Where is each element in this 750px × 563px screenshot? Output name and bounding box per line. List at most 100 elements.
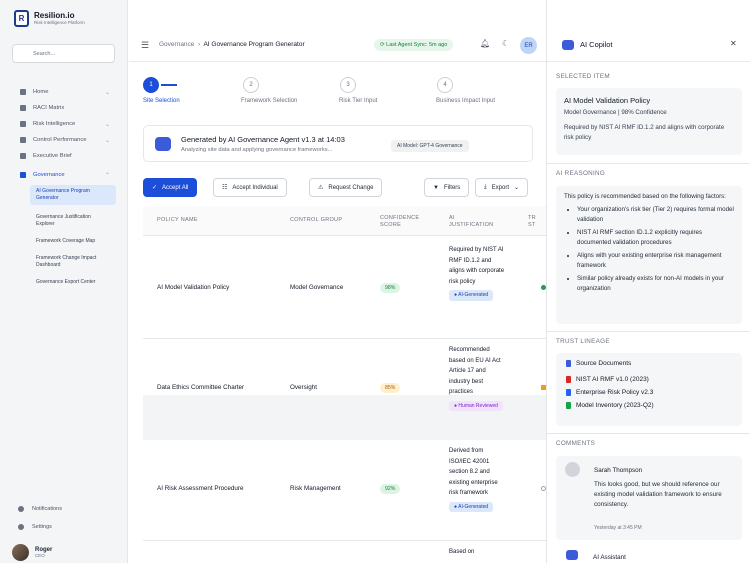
sidebar-item-label: Governance (33, 172, 65, 178)
lineage-doc-name: Enterprise Risk Policy v2.3 (576, 389, 654, 396)
sidebar-sub-coverage-map[interactable]: Framework Coverage Map (30, 235, 116, 248)
human-reviewed-tag: ● Human Reviewed (449, 400, 503, 411)
chevron-down-icon[interactable]: ⌄ (105, 137, 110, 144)
doc-icon (566, 389, 571, 396)
robot-icon (562, 40, 574, 50)
bell-icon[interactable]: 🔔︎ (480, 39, 490, 48)
chevron-up-icon[interactable]: ⌃ (105, 172, 110, 179)
step-progress-line (161, 84, 177, 86)
column-header-justification[interactable]: AI JUSTIFICATION (449, 215, 493, 229)
sidebar-item-control-performance[interactable]: Control Performance ⌄ (12, 132, 116, 148)
accept-all-button[interactable]: ✓ Accept All (143, 178, 198, 197)
brand-name: Resilion.io (34, 11, 75, 20)
sidebar-sub-export-center[interactable]: Governance Export Center (30, 276, 116, 289)
main-content: ☰ Governance › AI Governance Program Gen… (129, 0, 546, 563)
justification-text: Recommended based on EU AI Act Article 1… (449, 347, 501, 395)
search-placeholder: Search... (33, 51, 56, 57)
reasoning-item: Your organization's risk tier (Tier 2) r… (577, 205, 734, 225)
sidebar-item-raci[interactable]: RACI Matrix (12, 100, 116, 116)
accept-individual-button[interactable]: ☷ Accept Individual (213, 178, 287, 197)
justification-cell: Required by NIST AI RMF ID.1.2 and align… (449, 245, 505, 301)
sidebar-item-risk-intelligence[interactable]: Risk Intelligence ⌄ (12, 116, 116, 132)
step-framework-selection[interactable]: 2 Framework Selection (241, 77, 331, 104)
lineage-doc[interactable]: Model Inventory (2023-Q2) (566, 399, 732, 412)
close-icon[interactable]: ✕ (730, 39, 737, 48)
lineage-doc[interactable]: Enterprise Risk Policy v2.3 (566, 386, 732, 399)
pdf-icon (566, 376, 571, 383)
justification-text: Derived from ISO/IEC 42001 section 8.2 a… (449, 448, 498, 496)
breadcrumb-current: AI Governance Program Generator (203, 41, 305, 48)
moon-icon[interactable]: ☾ (502, 39, 509, 48)
section-label-selected: SELECTED ITEM (556, 73, 610, 80)
button-label: Accept Individual (232, 184, 278, 191)
step-site-selection[interactable]: 1 Site Selection (143, 77, 233, 104)
filters-button[interactable]: ▼ Filters (424, 178, 470, 197)
column-header-control-group[interactable]: CONTROL GROUP (290, 217, 342, 224)
download-icon: ⤓ (484, 184, 487, 190)
confidence-badge: 85% (380, 383, 401, 393)
comment-card: Sarah Thompson This looks good, but we s… (556, 456, 742, 540)
breadcrumb-root[interactable]: Governance (159, 41, 194, 48)
column-header-policy[interactable]: POLICY NAME (157, 217, 198, 224)
selected-item-card: AI Model Validation Policy Model Governa… (556, 88, 742, 155)
spreadsheet-icon (566, 402, 571, 409)
search-input[interactable]: Search... (12, 44, 115, 63)
justification-text: Based on (449, 549, 475, 555)
step-label: Business Impact Input (436, 98, 496, 104)
sidebar-item-label: Executive Brief (33, 153, 72, 159)
step-number: 3 (340, 77, 356, 93)
chevron-down-icon[interactable]: ⌄ (105, 121, 110, 128)
section-label-comments: COMMENTS (556, 440, 596, 447)
lineage-doc-name: NIST AI RMF v1.0 (2023) (576, 376, 649, 383)
sidebar-item-home[interactable]: Home ⌄ (12, 84, 116, 100)
column-header-trust-status[interactable]: TR ST (528, 215, 540, 229)
lineage-doc[interactable]: NIST AI RMF v1.0 (2023) (566, 373, 732, 386)
selected-item-title: AI Model Validation Policy (564, 96, 651, 105)
table-header: POLICY NAME CONTROL GROUP CONFIDENCE SCO… (143, 206, 546, 236)
user-avatar[interactable]: ER (520, 37, 537, 54)
lineage-heading: Source Documents (576, 360, 632, 367)
sidebar-sub-justification-explorer[interactable]: Governance Justification Explorer (30, 211, 116, 231)
table-row[interactable]: Data Ethics Committee Charter Oversight … (143, 339, 546, 440)
stepper: 1 Site Selection 2 Framework Selection 3 Ri… (143, 77, 543, 107)
brand-tagline: Risk Intelligence Platform (34, 20, 85, 25)
step-risk-tier-input[interactable]: 3 Risk Tier Input (339, 77, 429, 104)
sidebar-item-notifications[interactable]: Notifications (18, 500, 62, 518)
lineage-card: Source Documents NIST AI RMF v1.0 (2023)… (556, 353, 742, 426)
chevron-down-icon: ⌄ (514, 185, 520, 191)
export-button[interactable]: ⤓ Export ⌄ (475, 178, 529, 197)
sidebar-item-executive-brief[interactable]: Executive Brief (12, 148, 116, 164)
tag-label: AI-Generated (458, 503, 489, 510)
logo[interactable]: R Resilion.io Risk Intelligence Platform (14, 10, 85, 27)
request-change-button[interactable]: ⚠ Request Change (309, 178, 383, 197)
button-label: Request Change (328, 184, 374, 191)
grid-icon (20, 105, 26, 111)
step-number: 4 (437, 77, 453, 93)
sidebar-sub-ai-governance-generator[interactable]: AI Governance Program Generator (30, 185, 116, 205)
table-row[interactable]: Based on (143, 541, 546, 563)
justification-cell: Recommended based on EU AI Act Article 1… (449, 345, 505, 411)
user-profile[interactable]: Roger CEO (12, 544, 52, 561)
menu-icon[interactable]: ☰ (141, 40, 149, 51)
warning-icon: ⚠ (318, 185, 324, 191)
section-label-lineage: TRUST LINEAGE (556, 338, 610, 345)
step-label: Site Selection (143, 98, 180, 104)
step-label: Risk Tier Input (339, 98, 378, 104)
sidebar-nav: Home ⌄ RACI Matrix Risk Intelligence ⌄ Con… (12, 84, 116, 289)
policy-name: AI Model Validation Policy (157, 284, 230, 291)
table-row[interactable]: AI Risk Assessment Procedure Risk Manage… (143, 440, 546, 541)
divider (547, 163, 750, 164)
control-group: Oversight (290, 384, 317, 391)
section-label-reasoning: AI REASONING (556, 170, 606, 177)
database-icon (566, 360, 571, 367)
table-row[interactable]: AI Model Validation Policy Model Governa… (143, 237, 546, 339)
column-header-confidence[interactable]: CONFIDENCE SCORE (380, 215, 430, 229)
step-business-impact-input[interactable]: 4 Business Impact Input (436, 77, 526, 104)
sidebar-item-settings[interactable]: Settings (18, 518, 62, 536)
avatar (12, 544, 29, 561)
sidebar-item-governance[interactable]: Governance ⌃ (12, 167, 116, 183)
sidebar-item-label: Home (33, 89, 49, 95)
sidebar-sub-change-impact[interactable]: Framework Change Impact Dashboard (30, 252, 116, 272)
user-role: CEO (35, 553, 45, 558)
chevron-down-icon[interactable]: ⌄ (105, 89, 110, 96)
